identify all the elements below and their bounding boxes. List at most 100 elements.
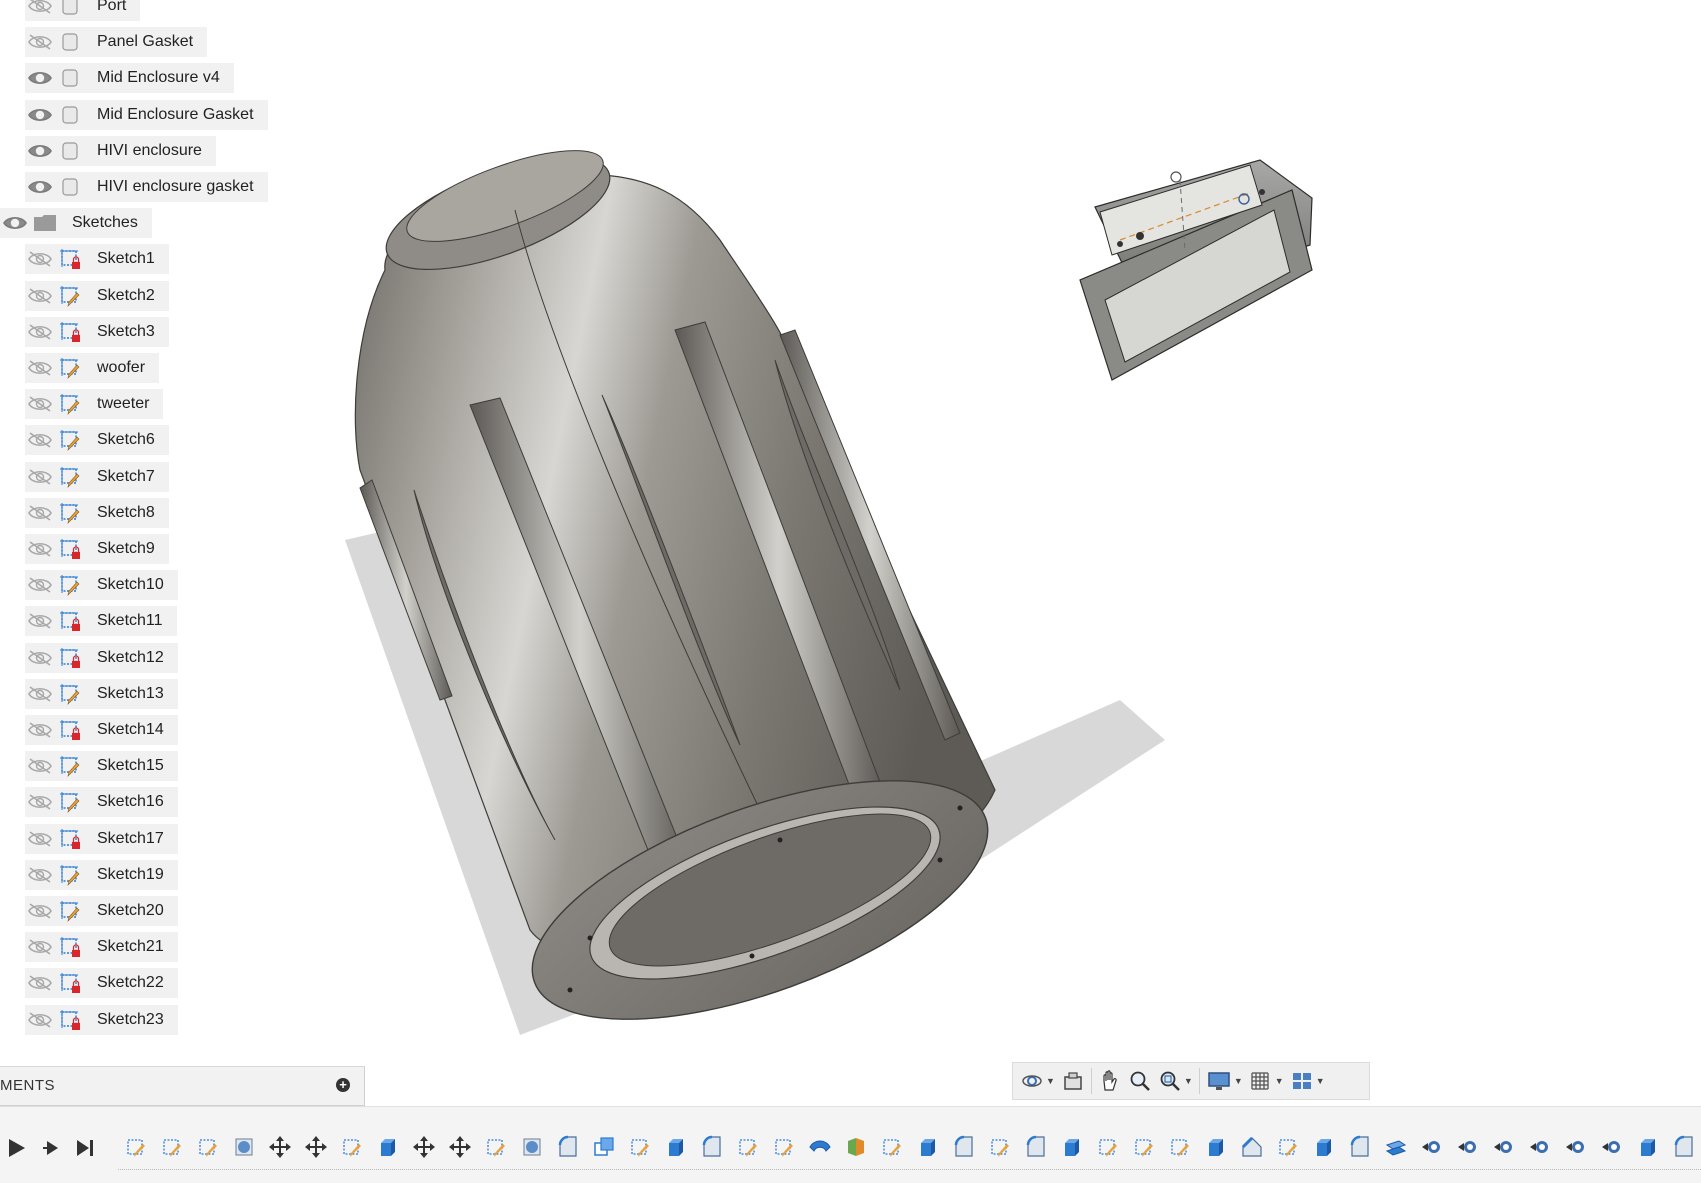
hidden-eye-icon[interactable] [25,462,55,492]
browser-row[interactable]: Sketch17 [25,823,178,854]
fit-icon[interactable]: ▼ [1158,1066,1193,1096]
browser-row[interactable]: Sketch13 [25,678,178,709]
joint-feature-icon[interactable] [1414,1129,1450,1165]
browser-row[interactable]: HIVI enclosure [25,135,216,166]
chamfer-feature-icon[interactable] [1234,1129,1270,1165]
hidden-eye-icon[interactable] [25,0,55,21]
split-feature-icon[interactable] [838,1129,874,1165]
browser-row[interactable]: Sketch16 [25,787,178,818]
sketch-feature-icon[interactable] [874,1129,910,1165]
hidden-eye-icon[interactable] [25,353,55,383]
hidden-eye-icon[interactable] [25,425,55,455]
hidden-eye-icon[interactable] [25,824,55,854]
sketch-feature-icon[interactable] [478,1129,514,1165]
browser-row[interactable]: Sketch22 [25,968,178,999]
browser-row[interactable]: Port [25,0,141,21]
hidden-eye-icon[interactable] [25,317,55,347]
browser-row[interactable]: Sketch12 [25,642,178,673]
port-model[interactable] [1079,159,1313,381]
display-settings-icon[interactable]: ▼ [1206,1066,1243,1096]
extrude-feature-icon[interactable] [1306,1129,1342,1165]
browser-row[interactable]: Mid Enclosure Gasket [25,99,268,130]
browser-row[interactable]: Sketch19 [25,859,178,890]
hidden-eye-icon[interactable] [25,389,55,419]
fillet-feature-icon[interactable] [1666,1129,1701,1165]
orbit-icon[interactable]: ▼ [1020,1066,1055,1096]
browser-row[interactable]: Sketch14 [25,715,178,745]
hidden-eye-icon[interactable] [25,860,55,890]
browser-row[interactable]: HIVI enclosure gasket [25,172,268,202]
hidden-eye-icon[interactable] [25,27,55,57]
browser-row[interactable]: Sketch11 [25,606,177,637]
sketch-feature-icon[interactable] [154,1129,190,1165]
go-to-end-icon[interactable] [68,1131,102,1165]
browser-row[interactable]: Sketch7 [25,461,169,492]
step-forward-icon[interactable] [34,1131,68,1165]
plus-circle-icon[interactable]: + [336,1078,350,1092]
extrude-feature-icon[interactable] [1054,1129,1090,1165]
browser-row[interactable]: Sketch8 [25,497,169,528]
look-at-icon[interactable] [1061,1066,1085,1096]
browser-row[interactable]: Sketch2 [25,280,169,311]
browser-row[interactable]: woofer [25,353,160,383]
hidden-eye-icon[interactable] [25,498,55,528]
eye-icon[interactable] [25,100,55,130]
browser-row[interactable]: Panel Gasket [25,27,208,58]
hidden-eye-icon[interactable] [25,643,55,673]
combine-feature-icon[interactable] [586,1129,622,1165]
offset-feature-icon[interactable] [1378,1129,1414,1165]
eye-icon[interactable] [25,136,55,166]
browser-row[interactable]: Sketch3 [25,316,169,347]
sketch-feature-icon[interactable] [334,1129,370,1165]
hidden-eye-icon[interactable] [25,570,55,600]
browser-row[interactable]: tweeter [25,389,164,420]
browser-folder-row[interactable]: Sketches [0,208,152,239]
browser-row[interactable]: Sketch9 [25,534,169,564]
joint-feature-icon[interactable] [1450,1129,1486,1165]
extrude-feature-icon[interactable] [1198,1129,1234,1165]
hidden-eye-icon[interactable] [25,715,55,745]
hidden-eye-icon[interactable] [25,1005,55,1035]
enclosure-model[interactable] [354,132,1017,1068]
comments-panel[interactable]: MENTS + [0,1066,365,1106]
revolve-feature-icon[interactable] [226,1129,262,1165]
browser-row[interactable]: Sketch15 [25,751,178,782]
fillet-feature-icon[interactable] [550,1129,586,1165]
eye-icon[interactable] [25,172,55,202]
hidden-eye-icon[interactable] [25,787,55,817]
eye-icon[interactable] [25,63,55,93]
revolve-feature-icon[interactable] [514,1129,550,1165]
pan-icon[interactable] [1098,1066,1122,1096]
zoom-icon[interactable] [1128,1066,1152,1096]
sketch-feature-icon[interactable] [766,1129,802,1165]
extrude-feature-icon[interactable] [370,1129,406,1165]
sketch-feature-icon[interactable] [730,1129,766,1165]
hidden-eye-icon[interactable] [25,281,55,311]
move-feature-icon[interactable] [406,1129,442,1165]
browser-row[interactable]: Sketch10 [25,570,178,601]
sketch-feature-icon[interactable] [190,1129,226,1165]
hidden-eye-icon[interactable] [25,968,55,998]
joint-feature-icon[interactable] [1594,1129,1630,1165]
hidden-eye-icon[interactable] [25,896,55,926]
browser-row[interactable]: Sketch1 [25,244,169,275]
hidden-eye-icon[interactable] [25,679,55,709]
eye-icon[interactable] [0,208,30,238]
fillet-feature-icon[interactable] [946,1129,982,1165]
browser-row[interactable]: Sketch21 [25,932,178,963]
move-feature-icon[interactable] [262,1129,298,1165]
joint-feature-icon[interactable] [1558,1129,1594,1165]
extrude-feature-icon[interactable] [658,1129,694,1165]
hidden-eye-icon[interactable] [25,606,55,636]
browser-row[interactable]: Sketch23 [25,1004,178,1035]
timeline-scroll-track[interactable] [118,1169,1701,1176]
joint-feature-icon[interactable] [1522,1129,1558,1165]
hidden-eye-icon[interactable] [25,932,55,962]
sketch-feature-icon[interactable] [1162,1129,1198,1165]
fillet-feature-icon[interactable] [1342,1129,1378,1165]
shell-feature-icon[interactable] [802,1129,838,1165]
sketch-feature-icon[interactable] [118,1129,154,1165]
sketch-feature-icon[interactable] [1126,1129,1162,1165]
sketch-feature-icon[interactable] [1090,1129,1126,1165]
hidden-eye-icon[interactable] [25,244,55,274]
